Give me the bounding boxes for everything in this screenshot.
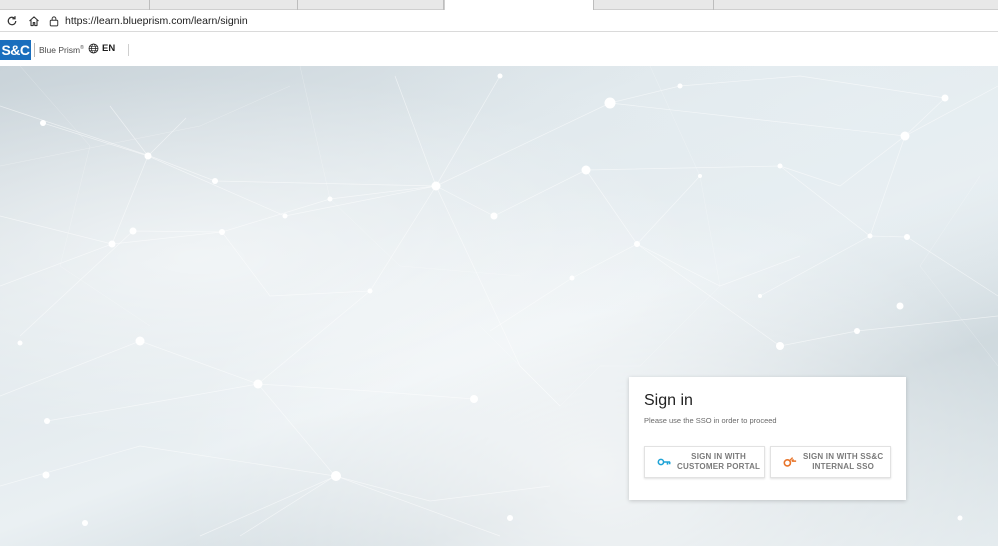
browser-tab[interactable]: [150, 0, 298, 10]
ssc-logo[interactable]: S&C: [0, 40, 31, 60]
refresh-icon: [7, 16, 17, 26]
lock-icon: [49, 16, 59, 27]
language-selector[interactable]: EN: [88, 43, 115, 54]
key-icon: [657, 458, 671, 466]
signin-card: Sign in Please use the SSO in order to p…: [629, 377, 906, 500]
browser-tab[interactable]: [298, 0, 444, 10]
signin-subtitle: Please use the SSO in order to proceed: [644, 416, 777, 425]
home-icon: [29, 16, 39, 27]
browser-address-bar: https://learn.blueprism.com/learn/signin: [0, 10, 998, 32]
browser-tab[interactable]: [594, 0, 714, 10]
internal-sso-label-line1: SIGN IN WITH SS&C: [803, 452, 884, 461]
site-header: S&C Blue Prism® EN: [0, 33, 998, 66]
refresh-button[interactable]: [4, 13, 20, 29]
home-button[interactable]: [26, 13, 42, 29]
customer-portal-label: SIGN IN WITH CUSTOMER PORTAL: [677, 452, 760, 472]
customer-portal-label-line2: CUSTOMER PORTAL: [677, 462, 761, 471]
internal-sso-label: SIGN IN WITH SS&C INTERNAL SSO: [803, 452, 883, 472]
internal-sso-label-line2: INTERNAL SSO: [812, 462, 875, 471]
header-separator: [128, 44, 129, 56]
url-field[interactable]: https://learn.blueprism.com/learn/signin: [48, 12, 994, 30]
browser-tab-active[interactable]: [444, 0, 594, 10]
logo-product-name: Blue Prism®: [39, 45, 84, 55]
signin-title: Sign in: [644, 392, 693, 409]
url-text: https://learn.blueprism.com/learn/signin: [65, 15, 248, 27]
browser-tab-strip: [0, 0, 998, 10]
registered-mark: ®: [80, 45, 84, 52]
language-label: EN: [102, 43, 116, 54]
globe-icon: [88, 43, 99, 54]
browser-tab[interactable]: [0, 0, 150, 10]
product-name: Blue Prism: [39, 45, 81, 55]
customer-portal-signin-button[interactable]: SIGN IN WITH CUSTOMER PORTAL: [644, 446, 765, 478]
logo-divider: [34, 43, 35, 57]
customer-portal-label-line1: SIGN IN WITH: [691, 452, 746, 461]
sso-icon: [783, 457, 797, 467]
internal-sso-signin-button[interactable]: SIGN IN WITH SS&C INTERNAL SSO: [770, 446, 891, 478]
